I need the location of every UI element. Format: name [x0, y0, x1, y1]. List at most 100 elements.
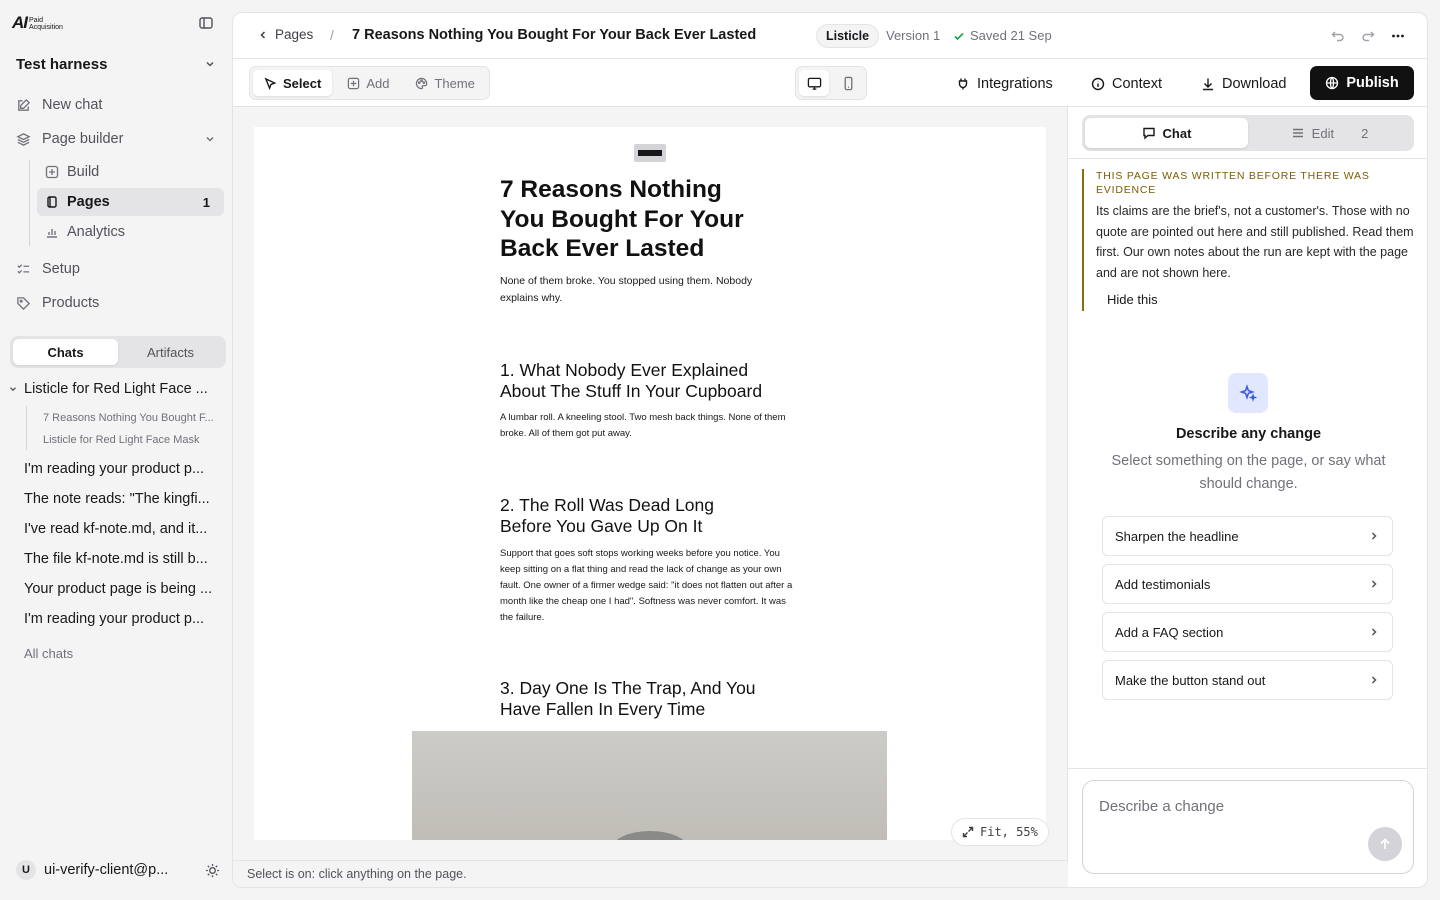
- workspace-name: Test harness: [16, 55, 108, 73]
- nav-products[interactable]: Products: [16, 292, 224, 314]
- back-to-pages[interactable]: Pages: [257, 27, 313, 42]
- context-button[interactable]: Context: [1091, 76, 1162, 92]
- info-icon: [1091, 77, 1105, 91]
- check-icon: [953, 30, 965, 42]
- mode-theme-button[interactable]: Theme: [404, 70, 485, 96]
- palette-icon: [415, 77, 428, 90]
- avatar: U: [16, 860, 36, 880]
- chat-item[interactable]: The note reads: "The kingfi...: [24, 491, 220, 507]
- download-icon: [1201, 77, 1215, 91]
- suggestion-button[interactable]: Add testimonials: [1102, 564, 1393, 604]
- preview-section-heading[interactable]: 2. The Roll Was Dead Long Before You Gav…: [500, 495, 745, 537]
- breadcrumb-pages: Pages: [275, 27, 314, 42]
- nav-setup[interactable]: Setup: [16, 258, 224, 280]
- tab-chat[interactable]: Chat: [1085, 118, 1248, 148]
- nav-build[interactable]: Build: [37, 158, 224, 186]
- more-icon[interactable]: [1391, 29, 1405, 43]
- history-controls: [1331, 29, 1405, 43]
- page-preview[interactable]: 7 Reasons Nothing You Bought For Your Ba…: [254, 127, 1046, 840]
- suggestion-button[interactable]: Add a FAQ section: [1102, 612, 1393, 652]
- suggestion-button[interactable]: Sharpen the headline: [1102, 516, 1393, 556]
- panel-tabs: Chat Edit 2: [1082, 115, 1414, 151]
- mobile-icon[interactable]: [833, 70, 863, 96]
- suggestion-button[interactable]: Make the button stand out: [1102, 660, 1393, 700]
- pages-icon: [45, 195, 59, 209]
- workspace-switcher[interactable]: Test harness: [16, 55, 216, 73]
- expand-icon: [962, 826, 974, 838]
- sidebar-tabs: Chats Artifacts: [10, 336, 226, 368]
- integrations-label: Integrations: [977, 76, 1053, 92]
- tree-line: [29, 160, 30, 246]
- preview-section-body[interactable]: Support that goes soft stops working wee…: [500, 546, 796, 626]
- nav-pages[interactable]: Pages 1: [37, 188, 224, 216]
- sidebar-toggle-icon[interactable]: [198, 15, 214, 31]
- sun-icon[interactable]: [205, 863, 220, 878]
- assistant-panel: Chat Edit 2 THIS PAGE WAS WRITTEN BEFORE…: [1068, 107, 1427, 887]
- version-label[interactable]: Version 1: [886, 28, 940, 43]
- hide-notice-button[interactable]: Hide this: [1107, 292, 1414, 307]
- checklist-icon: [16, 262, 32, 277]
- editor-toolbar: Select Add Theme Integrations Context Do…: [233, 59, 1427, 107]
- mode-select-button[interactable]: Select: [253, 70, 333, 96]
- zoom-label: Fit, 55%: [980, 825, 1038, 839]
- brand-logo[interactable]: AI Paid Acquisition: [12, 14, 63, 31]
- chat-child-item[interactable]: 7 Reasons Nothing You Bought F...: [43, 412, 218, 424]
- divider: [1068, 768, 1427, 769]
- tree-line: [26, 406, 27, 450]
- preview-section-body[interactable]: A lumbar roll. A kneeling stool. Two mes…: [500, 410, 796, 442]
- top-bar: Pages / 7 Reasons Nothing You Bought For…: [233, 13, 1427, 59]
- user-menu[interactable]: U ui-verify-client@p...: [16, 860, 220, 880]
- preview-section-heading[interactable]: 1. What Nobody Ever Explained About The …: [500, 360, 790, 402]
- undo-icon[interactable]: [1331, 29, 1345, 43]
- chat-item[interactable]: I've read kf-note.md, and it...: [24, 521, 220, 537]
- cursor-icon: [264, 76, 277, 90]
- divider: [1068, 158, 1427, 159]
- message-composer[interactable]: Describe a change: [1082, 780, 1414, 874]
- chat-group[interactable]: Listicle for Red Light Face ...: [8, 381, 220, 397]
- send-button[interactable]: [1368, 827, 1402, 861]
- chat-item[interactable]: Your product page is being ...: [24, 581, 220, 597]
- chat-item[interactable]: The file kf-note.md is still b...: [24, 551, 220, 567]
- chat-item[interactable]: I'm reading your product p...: [24, 461, 220, 477]
- nav-analytics[interactable]: Analytics: [37, 218, 224, 246]
- download-button[interactable]: Download: [1201, 76, 1287, 92]
- publish-label: Publish: [1346, 75, 1399, 91]
- composer-placeholder: Describe a change: [1099, 798, 1225, 815]
- preview-headline[interactable]: 7 Reasons Nothing You Bought For Your Ba…: [500, 175, 770, 264]
- publish-button[interactable]: Publish: [1310, 66, 1414, 100]
- tab-artifacts[interactable]: Artifacts: [118, 339, 223, 365]
- preview-section-image[interactable]: [412, 731, 887, 840]
- evidence-notice: THIS PAGE WAS WRITTEN BEFORE THERE WAS E…: [1082, 169, 1414, 311]
- mode-add-button[interactable]: Add: [336, 70, 400, 96]
- preview-logo-image[interactable]: [634, 144, 666, 162]
- desktop-icon[interactable]: [799, 70, 829, 96]
- chevron-right-icon: [1368, 530, 1380, 542]
- tab-edit[interactable]: Edit 2: [1248, 118, 1411, 148]
- chevron-right-icon: [1368, 578, 1380, 590]
- redo-icon[interactable]: [1361, 29, 1375, 43]
- chevron-down-icon: [8, 384, 18, 394]
- chat-child-item[interactable]: Listicle for Red Light Face Mask: [43, 434, 218, 446]
- mode-select-label: Select: [283, 75, 322, 91]
- nav-new-chat[interactable]: New chat: [16, 94, 224, 116]
- sidebar: AI Paid Acquisition Test harness New cha…: [0, 0, 232, 900]
- suggestion-label: Add testimonials: [1115, 576, 1211, 592]
- preview-canvas[interactable]: 7 Reasons Nothing You Bought For Your Ba…: [233, 107, 1068, 860]
- all-chats-link[interactable]: All chats: [24, 646, 73, 661]
- chat-item[interactable]: I'm reading your product p...: [24, 611, 220, 627]
- breadcrumb-separator: /: [330, 27, 334, 43]
- suggestion-label: Make the button stand out: [1115, 672, 1266, 688]
- zoom-control[interactable]: Fit, 55%: [951, 818, 1049, 846]
- device-switcher: [795, 66, 867, 100]
- preview-section-heading[interactable]: 3. Day One Is The Trap, And You Have Fal…: [500, 678, 762, 720]
- mode-theme-label: Theme: [434, 75, 475, 91]
- nav-page-builder[interactable]: Page builder: [16, 128, 224, 150]
- integrations-button[interactable]: Integrations: [956, 76, 1053, 92]
- plus-square-icon: [347, 77, 360, 90]
- preview-intro[interactable]: None of them broke. You stopped using th…: [500, 273, 790, 307]
- tab-chats[interactable]: Chats: [13, 339, 118, 365]
- nav-page-builder-label: Page builder: [42, 131, 124, 147]
- globe-icon: [1325, 76, 1339, 90]
- list-icon: [1291, 126, 1305, 140]
- page-title: 7 Reasons Nothing You Bought For Your Ba…: [352, 27, 757, 43]
